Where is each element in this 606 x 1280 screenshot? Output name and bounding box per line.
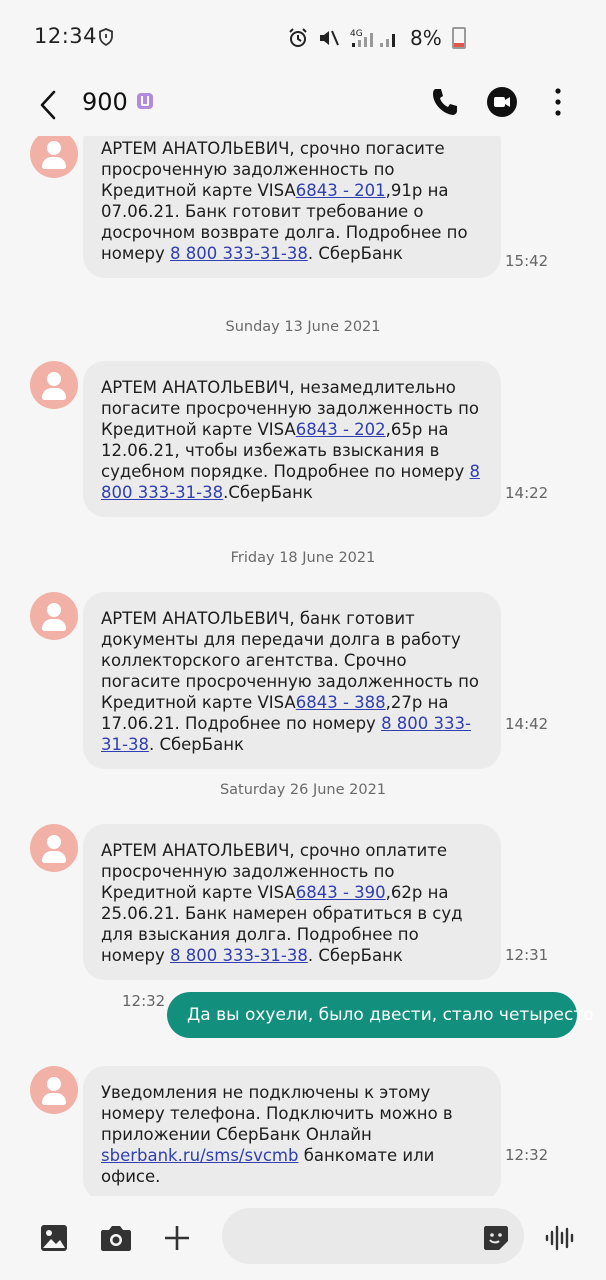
message-bubble[interactable]: Уведомления не подключены к этому номеру…: [83, 1066, 501, 1196]
composer-bar: [0, 1196, 606, 1280]
message-bubble[interactable]: АРТЕМ АНАТОЛЬЕВИЧ, срочно погасите проср…: [83, 136, 501, 278]
message-time: 12:31: [505, 946, 549, 964]
message-time: 14:22: [505, 484, 549, 502]
svg-text:4G: 4G: [350, 29, 363, 39]
more-vertical-icon[interactable]: [548, 86, 568, 118]
message-text: . СберБанк: [148, 735, 244, 754]
contact-name[interactable]: 900: [82, 88, 128, 116]
signal-4g-icon: 4G: [350, 29, 395, 47]
mute-icon: [320, 30, 339, 46]
battery-percent: 8%: [410, 26, 442, 50]
image-icon[interactable]: [40, 1224, 68, 1252]
conversation-header: 900: [0, 76, 606, 136]
date-separator: Sunday 13 June 2021: [225, 319, 381, 335]
sticker-icon[interactable]: [482, 1224, 510, 1252]
voice-wave-icon[interactable]: [544, 1224, 576, 1252]
message-text: .СберБанк: [223, 483, 313, 502]
card-number-link[interactable]: 6843 - 390: [296, 883, 386, 902]
message-text: . СберБанк: [307, 946, 403, 965]
date-separator: Friday 18 June 2021: [230, 550, 376, 566]
outgoing-message-bubble[interactable]: Да вы охуели, было двести, стало четырес…: [167, 992, 594, 1038]
message-feed[interactable]: АРТЕМ АНАТОЛЬЕВИЧ, срочно погасите проср…: [0, 136, 606, 1196]
phone-number-link[interactable]: 8 800 333-31-38: [170, 946, 308, 965]
date-separator: Saturday 26 June 2021: [219, 782, 387, 798]
plus-icon[interactable]: [163, 1224, 191, 1252]
back-arrow-icon[interactable]: [34, 88, 64, 122]
alarm-icon: [289, 28, 307, 47]
message-text: . СберБанк: [307, 244, 403, 263]
business-badge-icon: [137, 93, 153, 109]
shield-icon: [99, 28, 113, 46]
camera-icon[interactable]: [100, 1224, 132, 1252]
phone-icon[interactable]: [430, 86, 460, 118]
battery-icon: [451, 27, 466, 49]
url-link[interactable]: sberbank.ru/sms/svcmb: [101, 1146, 298, 1165]
message-time: 12:32: [122, 992, 166, 1010]
message-time: 14:42: [505, 715, 549, 733]
message-input[interactable]: [222, 1208, 524, 1264]
message-text: Уведомления не подключены к этому номеру…: [101, 1083, 453, 1144]
message-bubble[interactable]: АРТЕМ АНАТОЛЬЕВИЧ, незамедлительно погас…: [83, 361, 501, 517]
avatar[interactable]: [30, 592, 78, 640]
avatar[interactable]: [30, 136, 78, 178]
message-time: 12:32: [505, 1146, 549, 1164]
avatar[interactable]: [30, 1066, 78, 1114]
message-time: 15:42: [505, 252, 549, 270]
status-icons: 4G 8%: [288, 26, 466, 50]
card-number-link[interactable]: 6843 - 202: [296, 420, 386, 439]
message-bubble[interactable]: АРТЕМ АНАТОЛЬЕВИЧ, срочно оплатите проср…: [83, 824, 501, 980]
avatar[interactable]: [30, 361, 78, 409]
avatar[interactable]: [30, 824, 78, 872]
message-bubble[interactable]: АРТЕМ АНАТОЛЬЕВИЧ, банк готовит документ…: [83, 592, 501, 769]
status-bar: 12:34 4G 8%: [0, 0, 606, 76]
video-call-icon[interactable]: [486, 86, 518, 118]
phone-number-link[interactable]: 8 800 333-31-38: [170, 244, 308, 263]
status-time: 12:34: [34, 24, 98, 48]
card-number-link[interactable]: 6843 - 388: [296, 693, 386, 712]
card-number-link[interactable]: 6843 - 201: [296, 181, 386, 200]
